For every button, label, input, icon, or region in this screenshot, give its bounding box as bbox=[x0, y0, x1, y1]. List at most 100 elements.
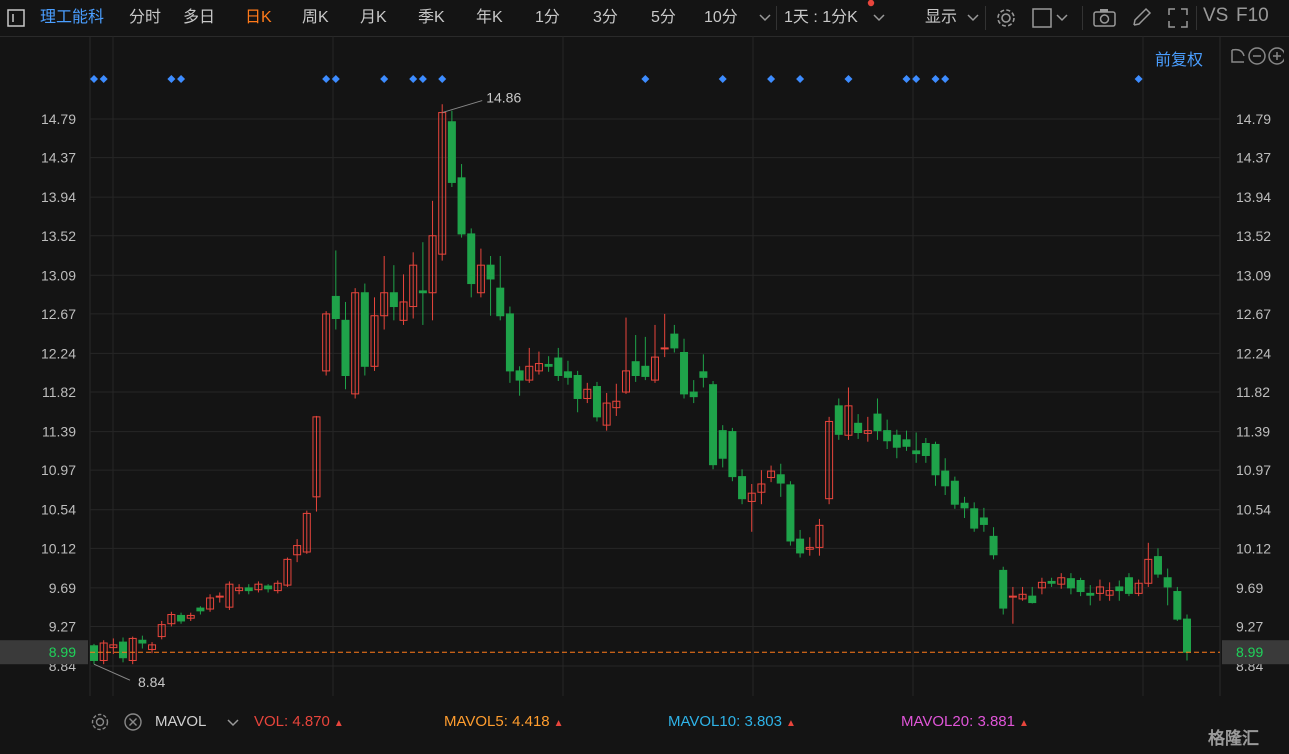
candle-body bbox=[718, 430, 727, 459]
candle-body bbox=[496, 287, 505, 317]
candle-body bbox=[544, 363, 553, 367]
display-menu[interactable]: 显示 bbox=[925, 8, 957, 28]
candle bbox=[457, 164, 466, 238]
candle bbox=[148, 642, 157, 654]
f10-button[interactable]: F10 bbox=[1236, 6, 1269, 26]
candle bbox=[883, 419, 892, 450]
last-price-label-right: 8.99 bbox=[1236, 644, 1263, 660]
candle-body bbox=[196, 607, 205, 612]
mavol10-label: MAVOL10: bbox=[668, 713, 741, 730]
y-tick-label-left: 11.82 bbox=[42, 384, 76, 400]
candle-body bbox=[1153, 556, 1162, 575]
tab-duori[interactable]: 多日 bbox=[183, 8, 215, 28]
event-marker-icon bbox=[438, 75, 447, 83]
fullscreen-icon[interactable] bbox=[1167, 7, 1189, 29]
candle-body bbox=[505, 313, 514, 372]
candle bbox=[796, 529, 805, 558]
candle-body bbox=[515, 370, 524, 381]
mavol5-number: 4.418 bbox=[512, 713, 550, 730]
pencil-icon[interactable] bbox=[1130, 7, 1152, 29]
chevron-down-icon[interactable] bbox=[759, 13, 771, 23]
y-tick-label-right: 9.69 bbox=[1236, 580, 1263, 596]
y-tick-label-right: 10.97 bbox=[1236, 462, 1271, 478]
camera-icon[interactable] bbox=[1093, 8, 1117, 28]
tab-rik[interactable]: 日K bbox=[245, 8, 272, 28]
candle bbox=[1066, 573, 1075, 595]
chevron-down-icon[interactable] bbox=[227, 718, 239, 728]
up-triangle-icon: ▲ bbox=[1018, 718, 1029, 729]
candle bbox=[834, 398, 843, 440]
mavol5-label: MAVOL5: bbox=[444, 713, 508, 730]
y-tick-label-right: 9.27 bbox=[1236, 618, 1263, 634]
layout-select-icon[interactable] bbox=[1032, 8, 1072, 28]
candle-body bbox=[970, 508, 979, 529]
close-icon[interactable] bbox=[123, 712, 143, 732]
candle bbox=[941, 458, 950, 496]
candle bbox=[989, 527, 998, 560]
candle bbox=[302, 510, 311, 554]
candle bbox=[409, 252, 418, 319]
vs-button[interactable]: VS bbox=[1203, 6, 1228, 26]
tab-jik[interactable]: 季K bbox=[418, 8, 445, 28]
y-tick-label-right: 13.52 bbox=[1236, 228, 1271, 244]
candle-body bbox=[892, 434, 901, 448]
candle bbox=[660, 313, 669, 358]
tab-3fen[interactable]: 3分 bbox=[593, 8, 618, 28]
y-tick-label-right: 13.09 bbox=[1236, 267, 1271, 283]
up-triangle-icon: ▲ bbox=[553, 718, 564, 729]
tab-fenshi[interactable]: 分时 bbox=[129, 8, 161, 28]
indicator-name[interactable]: MAVOL bbox=[155, 713, 206, 730]
tab-niank[interactable]: 年K bbox=[476, 8, 503, 28]
event-marker-icon bbox=[931, 75, 940, 83]
event-marker-icon bbox=[1134, 75, 1143, 83]
candle bbox=[293, 539, 302, 563]
candle bbox=[815, 518, 824, 556]
candle bbox=[322, 311, 331, 376]
candle bbox=[689, 380, 698, 404]
candle-body bbox=[631, 361, 640, 376]
multi-period-select[interactable]: 1天 : 1分K bbox=[784, 8, 858, 28]
candle bbox=[863, 416, 872, 442]
candle bbox=[825, 416, 834, 505]
y-tick-label-left: 9.27 bbox=[49, 618, 76, 634]
candle-body bbox=[1008, 595, 1017, 598]
mavol10-number: 3.803 bbox=[744, 713, 782, 730]
candle bbox=[264, 584, 273, 593]
candle bbox=[370, 297, 379, 371]
candle bbox=[128, 636, 137, 665]
candle bbox=[1173, 586, 1182, 621]
tab-5fen[interactable]: 5分 bbox=[651, 8, 676, 28]
tab-zhouk[interactable]: 周K bbox=[302, 8, 329, 28]
candle-body bbox=[931, 443, 940, 476]
candle-body bbox=[467, 233, 476, 285]
tab-yuek[interactable]: 月K bbox=[360, 8, 387, 28]
stock-name[interactable]: 理工能科 bbox=[40, 8, 104, 28]
settings-icon[interactable] bbox=[995, 7, 1017, 29]
candle bbox=[312, 415, 321, 512]
candle bbox=[215, 592, 224, 603]
menu-icon[interactable] bbox=[7, 9, 25, 27]
candle bbox=[1076, 577, 1085, 597]
y-tick-label-left: 12.24 bbox=[41, 345, 76, 361]
vol-value: VOL: 4.870 ▲ bbox=[254, 713, 344, 730]
tab-10fen[interactable]: 10分 bbox=[704, 8, 738, 28]
candle bbox=[505, 306, 514, 383]
tab-1fen[interactable]: 1分 bbox=[535, 8, 560, 28]
y-tick-label-left: 10.54 bbox=[41, 502, 76, 518]
event-marker-icon bbox=[409, 75, 418, 83]
gear-icon[interactable] bbox=[90, 712, 110, 732]
chevron-down-icon[interactable] bbox=[967, 13, 979, 23]
candle bbox=[1105, 582, 1114, 601]
event-marker-icon bbox=[380, 75, 389, 83]
candle bbox=[1115, 580, 1124, 601]
y-tick-label-right: 11.39 bbox=[1236, 424, 1270, 440]
candle bbox=[447, 110, 456, 188]
candle-body bbox=[670, 333, 679, 349]
candle bbox=[1183, 614, 1191, 661]
chevron-down-icon[interactable] bbox=[873, 13, 885, 23]
event-marker-icon bbox=[718, 75, 727, 83]
candle bbox=[496, 255, 505, 321]
candlestick-chart[interactable]: 14.79 14.79 14.37 14.37 13.94 13.94 13.52 13.52… bbox=[0, 36, 1289, 706]
candle bbox=[1047, 577, 1056, 587]
candle-body bbox=[989, 535, 998, 556]
